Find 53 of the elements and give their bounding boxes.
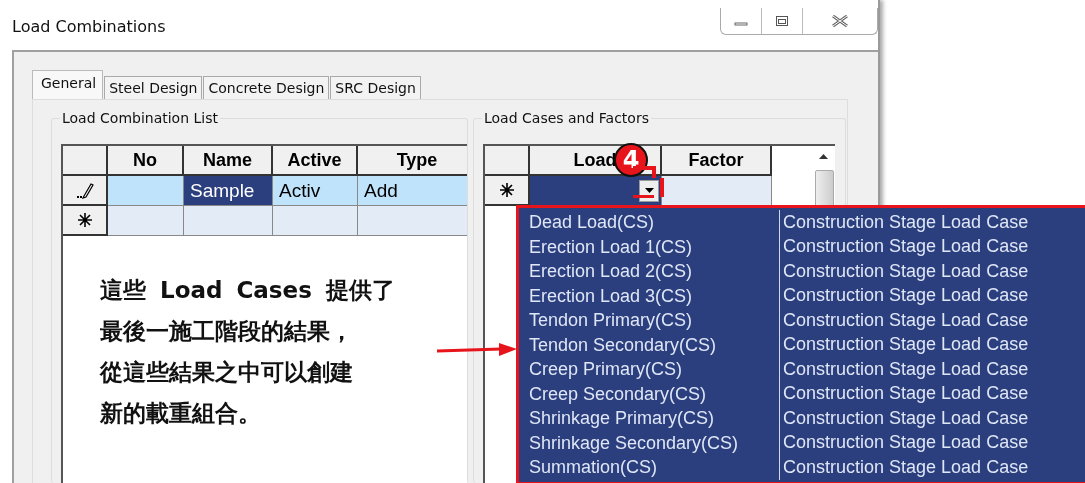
list-item-type: Construction Stage Load Case: [782, 432, 1029, 454]
close-icon: [831, 14, 849, 28]
table-cell[interactable]: [108, 176, 184, 206]
list-item-type: Construction Stage Load Case: [782, 260, 1029, 282]
asterisk-icon: [498, 182, 515, 198]
asterisk-icon: [76, 212, 93, 228]
column-header[interactable]: Factor: [662, 146, 772, 176]
list-item-type: Construction Stage Load Case: [782, 407, 1029, 429]
table-cell[interactable]: Activ: [273, 176, 358, 206]
tab[interactable]: Concrete Design: [203, 76, 330, 99]
group-title: Load Combination List: [60, 110, 220, 126]
list-item-type: Construction Stage Load Case: [782, 236, 1029, 258]
column-header[interactable]: No: [108, 146, 184, 176]
column-header[interactable]: Type: [358, 146, 467, 176]
tab[interactable]: Steel Design: [104, 76, 203, 99]
list-item-type: Construction Stage Load Case: [782, 285, 1029, 307]
list-item[interactable]: Erection Load 2(CS): [529, 259, 780, 284]
column-header[interactable]: Active: [273, 146, 358, 176]
list-item-type: Construction Stage Load Case: [782, 358, 1029, 380]
list-item-type: Construction Stage Load Case: [782, 211, 1029, 233]
pencil-icon: [75, 181, 94, 199]
list-item[interactable]: Tendon Secondary(CS): [529, 332, 780, 357]
column-header[interactable]: Name: [184, 146, 273, 176]
annotation-text: 這些 Load Cases 提供了 最後一施工階段的結果， 從這些結果之中可以創建 新的載重組合。: [100, 276, 396, 428]
list-item[interactable]: Shrinkage Primary(CS): [529, 406, 780, 431]
list-item-type: Construction Stage Load Case: [782, 334, 1029, 356]
caret-icon: [644, 188, 654, 193]
maximize-icon: [775, 15, 789, 27]
list-item[interactable]: Creep Secondary(CS): [529, 381, 780, 406]
list-item[interactable]: Creep Primary(CS): [529, 357, 780, 382]
list-item[interactable]: Erection Load 3(CS): [529, 283, 780, 308]
highlight-bracket: [632, 166, 666, 198]
list-item-type: Construction Stage Load Case: [782, 383, 1029, 405]
table-cell[interactable]: Sample: [184, 176, 273, 206]
list-item[interactable]: Erection Load 1(CS): [529, 234, 780, 259]
list-item[interactable]: Shrinkage Secondary(CS): [529, 430, 780, 455]
table-cell[interactable]: [273, 206, 358, 236]
table-cell[interactable]: [184, 206, 273, 236]
tab[interactable]: SRC Design: [330, 76, 421, 99]
scroll-up-icon[interactable]: [819, 154, 828, 159]
list-item-type: Construction Stage Load Case: [782, 309, 1029, 331]
list-item-type: Construction Stage Load Case: [782, 456, 1029, 478]
list-item[interactable]: Dead Load(CS): [529, 210, 780, 235]
table-cell[interactable]: [662, 176, 772, 206]
table-cell[interactable]: [108, 206, 184, 236]
table-cell[interactable]: Add: [358, 176, 467, 206]
group-title: Load Cases and Factors: [482, 110, 651, 126]
window-title: Load Combinations: [12, 17, 166, 36]
table-cell[interactable]: [530, 176, 662, 206]
table-cell[interactable]: [358, 206, 467, 236]
list-item[interactable]: Tendon Primary(CS): [529, 308, 780, 333]
tab[interactable]: General: [32, 70, 104, 99]
list-item[interactable]: Summation(CS): [529, 455, 780, 480]
